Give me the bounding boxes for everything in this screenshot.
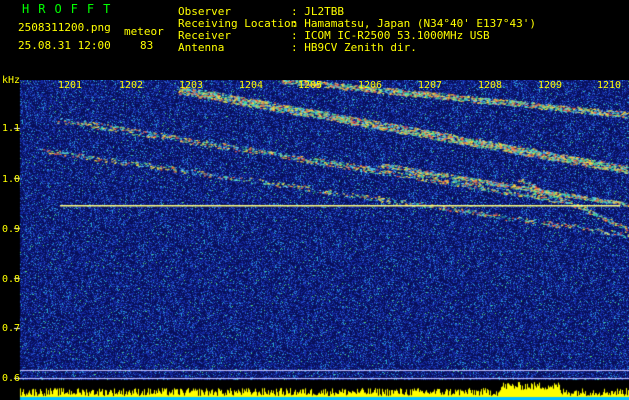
x-tick-label: 1201 <box>58 80 83 91</box>
y-tick-label: 0.9 <box>2 224 21 235</box>
app-brand: HROFFT <box>22 2 120 16</box>
y-tick-label: 1.0 <box>2 174 21 185</box>
x-tick-label: 1210 <box>597 80 622 91</box>
x-tick-label: 1209 <box>538 80 563 91</box>
x-tick-label: 1205 <box>298 80 323 91</box>
x-tick-label: 1208 <box>478 80 503 91</box>
y-tick-label: 0.8 <box>2 274 21 285</box>
spectrogram-canvas <box>0 80 629 400</box>
mode-label: meteor <box>124 25 164 38</box>
field-antenna-label: Antenna <box>178 41 225 54</box>
x-tick-label: 1207 <box>418 80 443 91</box>
x-tick-label: 1206 <box>358 80 383 91</box>
x-tick-label: 1202 <box>119 80 144 91</box>
filename-label: 2508311200.png <box>18 21 111 34</box>
y-tick-label: 0.7 <box>2 323 21 334</box>
datetime-label: 25.08.31 12:00 <box>18 39 111 52</box>
x-tick-label: 1203 <box>179 80 204 91</box>
field-antenna-value: : HB9CV Zenith dir. <box>291 41 417 54</box>
y-tick-label: 0.6 <box>2 373 21 384</box>
y-tick-label: 1.1 <box>2 123 21 134</box>
x-tick-label: 1204 <box>239 80 264 91</box>
count-label: 83 <box>140 39 154 52</box>
